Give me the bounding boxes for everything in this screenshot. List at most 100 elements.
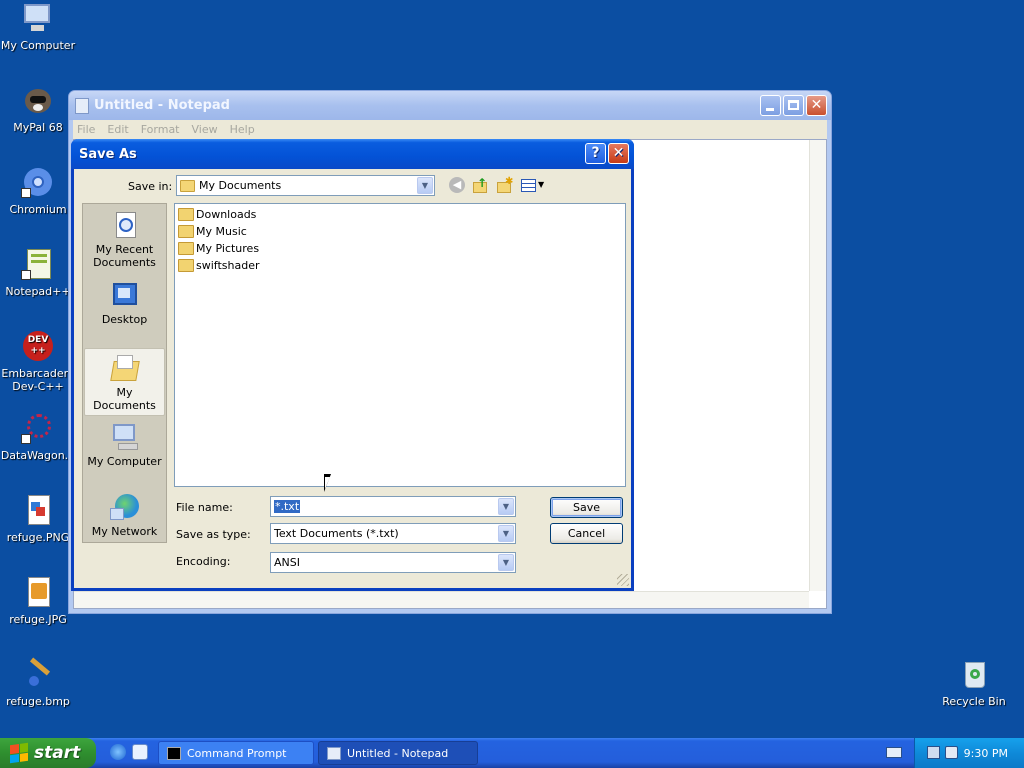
back-button[interactable]: ◀: [449, 177, 467, 195]
system-tray: 9:30 PM: [914, 738, 1024, 768]
start-label: start: [34, 743, 81, 763]
encoding-value: ANSI: [274, 556, 300, 569]
image-file-icon: [21, 576, 55, 610]
place-desktop[interactable]: Desktop: [84, 280, 165, 326]
file-name-label: File name:: [176, 501, 233, 514]
volume-icon[interactable]: [945, 746, 958, 759]
clock[interactable]: 9:30 PM: [964, 747, 1008, 760]
image-file-icon: [21, 494, 55, 528]
resize-grip[interactable]: [617, 574, 629, 586]
folder-icon: [180, 179, 195, 192]
help-button[interactable]: ?: [585, 143, 606, 164]
vertical-scrollbar[interactable]: [809, 140, 826, 591]
open-folder-icon: [109, 353, 140, 383]
new-folder-button[interactable]: ✱: [496, 177, 514, 195]
music-folder-icon: [178, 224, 194, 238]
notepad-icon: [75, 97, 89, 114]
task-notepad[interactable]: Untitled - Notepad: [318, 741, 478, 765]
save-in-combo[interactable]: My Documents ▼: [176, 175, 435, 196]
chevron-down-icon: ▼: [498, 554, 514, 571]
chevron-down-icon: ▼: [417, 177, 433, 194]
save-as-dialog[interactable]: Save As ? ✕ Save in: My Documents ▼ ◀ ↑ …: [71, 139, 634, 591]
file-list[interactable]: Downloads My Music My Pictures swiftshad…: [174, 203, 626, 487]
desktop-icon-label: refuge.bmp: [6, 695, 70, 708]
place-my-network[interactable]: My Network: [84, 492, 165, 538]
desktop-icon-notepadpp[interactable]: Notepad++: [0, 248, 76, 298]
desktop-icon: [110, 280, 140, 310]
desktop-icon-label: refuge.JPG: [9, 613, 67, 626]
clock-document-icon: [110, 210, 140, 240]
menu-file[interactable]: File: [77, 123, 95, 136]
desktop-icon-my-computer[interactable]: My Computer: [0, 2, 76, 52]
chevron-down-icon: ▼: [498, 525, 514, 542]
save-in-label: Save in:: [128, 180, 173, 193]
dialog-close-button[interactable]: ✕: [608, 143, 629, 164]
desktop-icon-label: refuge.PNG: [6, 531, 70, 544]
desktop-icon-label: DataWagon...: [0, 449, 76, 462]
desktop-icon-refuge-bmp[interactable]: refuge.bmp: [0, 657, 76, 708]
close-icon: ✕: [612, 145, 625, 161]
encoding-select[interactable]: ANSI ▼: [270, 552, 516, 573]
computer-icon: [110, 422, 140, 452]
close-button[interactable]: ✕: [806, 95, 827, 116]
maximize-button[interactable]: [783, 95, 804, 116]
desktop-icon-label: Recycle Bin: [942, 695, 1006, 708]
chevron-down-icon: ▼: [498, 498, 514, 515]
raccoon-icon: [21, 84, 55, 118]
desktop-icon-refuge-jpg[interactable]: refuge.JPG: [0, 576, 76, 626]
windows-flag-icon: [10, 742, 28, 764]
desktop-icon-datawagon[interactable]: DataWagon...: [0, 412, 76, 462]
terminal-icon: [167, 746, 181, 760]
save-as-type-label: Save as type:: [176, 528, 251, 541]
desktop-icon-chromium[interactable]: Chromium: [0, 166, 76, 216]
desktop-icon-label: Notepad++: [5, 285, 71, 298]
back-arrow-icon: ◀: [449, 177, 465, 193]
computer-icon: [21, 2, 55, 36]
save-as-type-value: Text Documents (*.txt): [274, 527, 399, 540]
cancel-button[interactable]: Cancel: [550, 523, 623, 544]
notepad-menubar: File Edit Format View Help: [73, 120, 827, 139]
ie-quicklaunch-icon[interactable]: [110, 744, 126, 760]
views-menu-button[interactable]: ▼: [521, 177, 547, 195]
desktop-icon-recycle-bin[interactable]: Recycle Bin: [936, 658, 1012, 708]
notepad-icon: [327, 746, 341, 760]
file-name-value: *.txt: [274, 500, 301, 513]
menu-view[interactable]: View: [192, 123, 218, 136]
list-item[interactable]: My Pictures: [178, 240, 259, 256]
save-as-type-select[interactable]: Text Documents (*.txt) ▼: [270, 523, 516, 544]
task-command-prompt[interactable]: Command Prompt: [158, 741, 314, 765]
views-icon: [521, 179, 536, 192]
mouse-cursor-fill: [325, 477, 330, 489]
notepad-title: Untitled - Notepad: [94, 98, 230, 113]
desktop-icon-label: Chromium: [9, 203, 67, 216]
desktop-icon-refuge-png[interactable]: refuge.PNG: [0, 494, 76, 544]
desktop-icon-devcpp[interactable]: DEV ++ Embarcadero Dev-C++: [0, 330, 76, 393]
place-my-computer[interactable]: My Computer: [84, 422, 165, 468]
menu-edit[interactable]: Edit: [107, 123, 128, 136]
dialog-title-bar[interactable]: Save As ? ✕: [71, 139, 634, 169]
encoding-label: Encoding:: [176, 555, 231, 568]
list-item[interactable]: swiftshader: [178, 257, 260, 273]
paint-brush-icon: [21, 657, 55, 692]
globe-icon: [109, 492, 140, 522]
save-button[interactable]: Save: [550, 497, 623, 518]
keyboard-icon[interactable]: [886, 747, 902, 758]
start-button[interactable]: start: [0, 738, 96, 768]
menu-help[interactable]: Help: [230, 123, 255, 136]
datawagon-icon: [21, 412, 55, 446]
place-my-documents[interactable]: My Documents: [84, 348, 165, 416]
up-folder-button[interactable]: ↑: [472, 177, 490, 195]
desktop-icon-mypal[interactable]: MyPal 68: [0, 84, 76, 134]
horizontal-scrollbar[interactable]: [74, 591, 809, 608]
menu-format[interactable]: Format: [141, 123, 180, 136]
file-name-input[interactable]: *.txt ▼: [270, 496, 516, 517]
notepad-title-bar[interactable]: Untitled - Notepad: [69, 91, 831, 120]
list-item[interactable]: My Music: [178, 223, 247, 239]
list-item[interactable]: Downloads: [178, 206, 256, 222]
explorer-quicklaunch-icon[interactable]: [132, 744, 148, 760]
minimize-button[interactable]: [760, 95, 781, 116]
place-recent-documents[interactable]: My Recent Documents: [84, 210, 165, 269]
network-icon[interactable]: [927, 746, 940, 759]
desktop-icon-label: My Computer: [0, 39, 76, 52]
recycle-bin-icon: [957, 658, 991, 692]
